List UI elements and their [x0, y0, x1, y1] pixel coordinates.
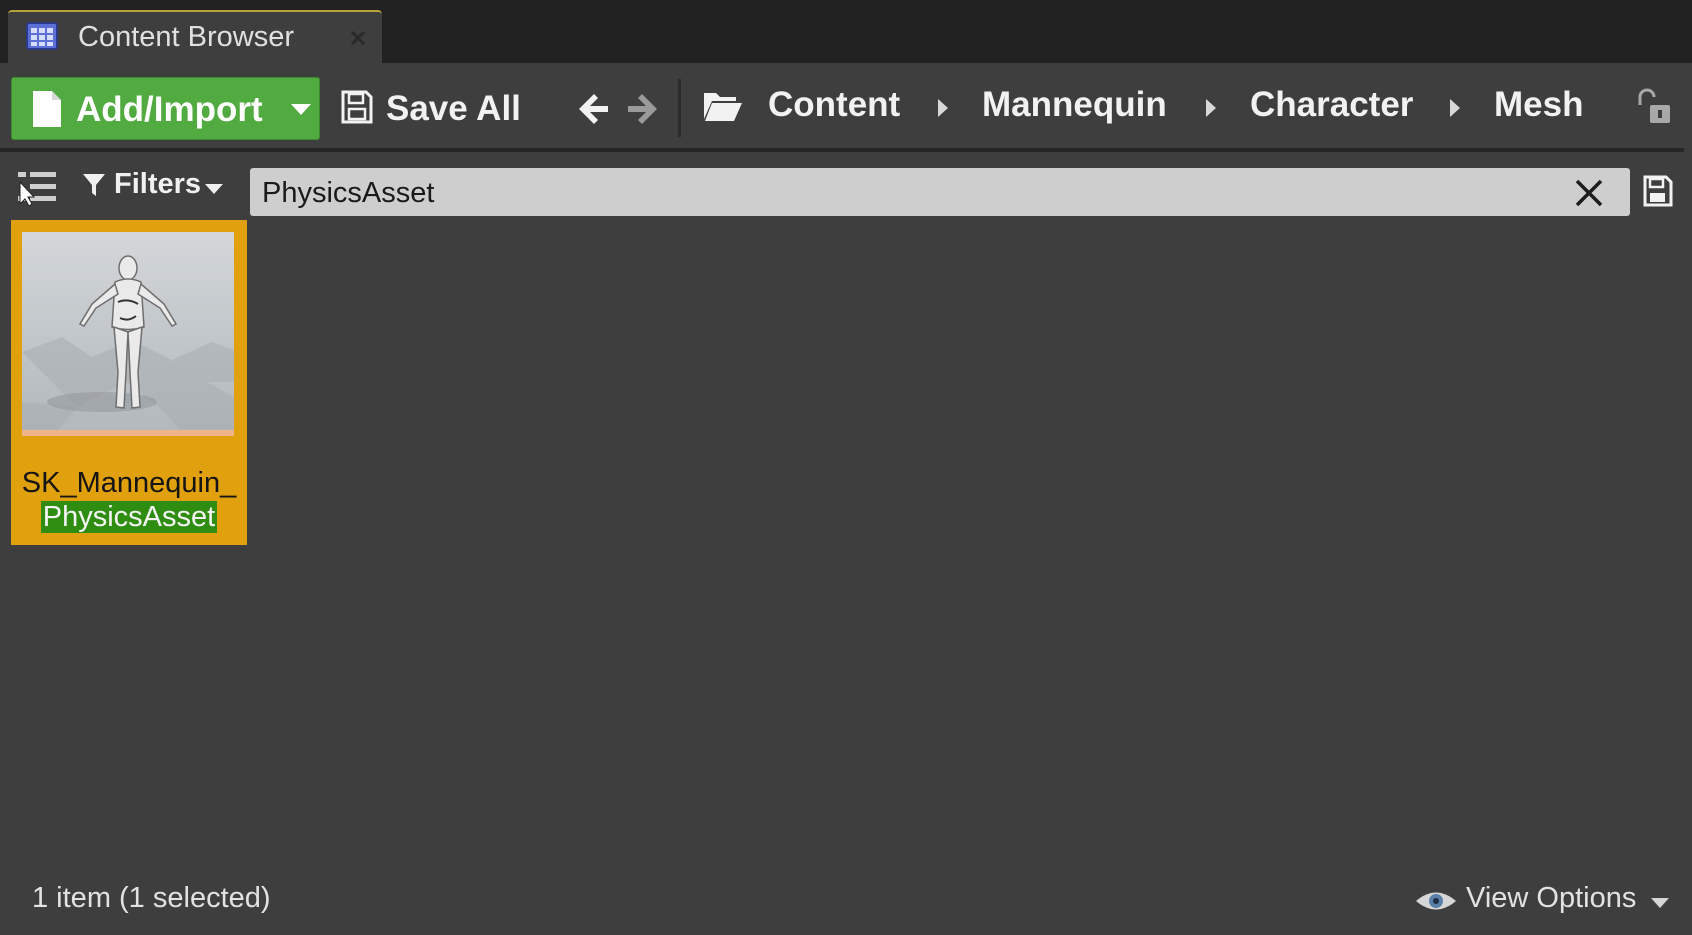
chevron-down-icon: [1651, 898, 1669, 908]
toolbar-separator: [678, 79, 681, 137]
filters-label: Filters: [114, 168, 202, 200]
sources-panel-toggle-icon[interactable]: [16, 168, 58, 206]
asset-type-color-bar: [22, 430, 234, 436]
asset-name-prefix: SK_Mannequin_: [21, 467, 237, 499]
close-icon[interactable]: [348, 28, 368, 48]
add-import-button[interactable]: Add/Import: [11, 77, 320, 140]
toolbar: Add/Import Save All Content Mannequin Ch…: [0, 63, 1692, 151]
breadcrumb-content[interactable]: Content: [768, 85, 900, 125]
asset-name: SK_Mannequin_ PhysicsAsset: [11, 466, 247, 534]
asset-thumbnail: [22, 232, 234, 432]
save-all-button[interactable]: Save All: [338, 79, 528, 137]
toolbar-divider: [0, 148, 1684, 152]
tab-bar: Content Browser: [0, 0, 1692, 63]
filter-icon: [83, 174, 105, 196]
breadcrumb-character[interactable]: Character: [1250, 85, 1413, 125]
chevron-down-icon: [291, 104, 311, 115]
clear-search-icon[interactable]: [1574, 178, 1604, 208]
eye-icon: [1416, 892, 1456, 910]
search-box: [250, 168, 1630, 216]
search-input[interactable]: [260, 172, 1564, 214]
tab-title: Content Browser: [78, 21, 294, 53]
folder-open-icon[interactable]: [702, 87, 744, 125]
view-options-button[interactable]: View Options: [1414, 880, 1674, 920]
new-document-icon: [33, 91, 61, 127]
item-count: 1 item (1 selected): [32, 882, 271, 914]
save-search-icon[interactable]: [1642, 174, 1674, 208]
content-browser-icon: [26, 22, 58, 50]
breadcrumb-mesh[interactable]: Mesh: [1494, 85, 1583, 125]
save-all-label: Save All: [386, 89, 521, 128]
chevron-right-icon[interactable]: [1204, 98, 1218, 118]
arrow-right-icon[interactable]: [624, 90, 662, 128]
filters-button[interactable]: Filters: [82, 166, 232, 206]
chevron-right-icon[interactable]: [1448, 98, 1462, 118]
asset-tile[interactable]: SK_Mannequin_ PhysicsAsset: [11, 220, 247, 545]
add-import-label: Add/Import: [76, 90, 263, 129]
arrow-left-icon[interactable]: [574, 90, 612, 128]
view-options-label: View Options: [1466, 882, 1637, 914]
asset-name-search-match: PhysicsAsset: [40, 501, 218, 533]
mannequin-thumbnail-image: [22, 232, 234, 432]
breadcrumb-mannequin[interactable]: Mannequin: [982, 85, 1167, 125]
tab-content-browser[interactable]: Content Browser: [8, 10, 382, 63]
chevron-right-icon[interactable]: [936, 98, 950, 118]
status-bar: 1 item (1 selected) View Options: [0, 876, 1692, 926]
unlock-icon[interactable]: [1634, 87, 1672, 127]
filter-bar: Filters: [0, 154, 1692, 218]
chevron-down-icon: [205, 184, 223, 194]
save-icon: [341, 90, 373, 124]
